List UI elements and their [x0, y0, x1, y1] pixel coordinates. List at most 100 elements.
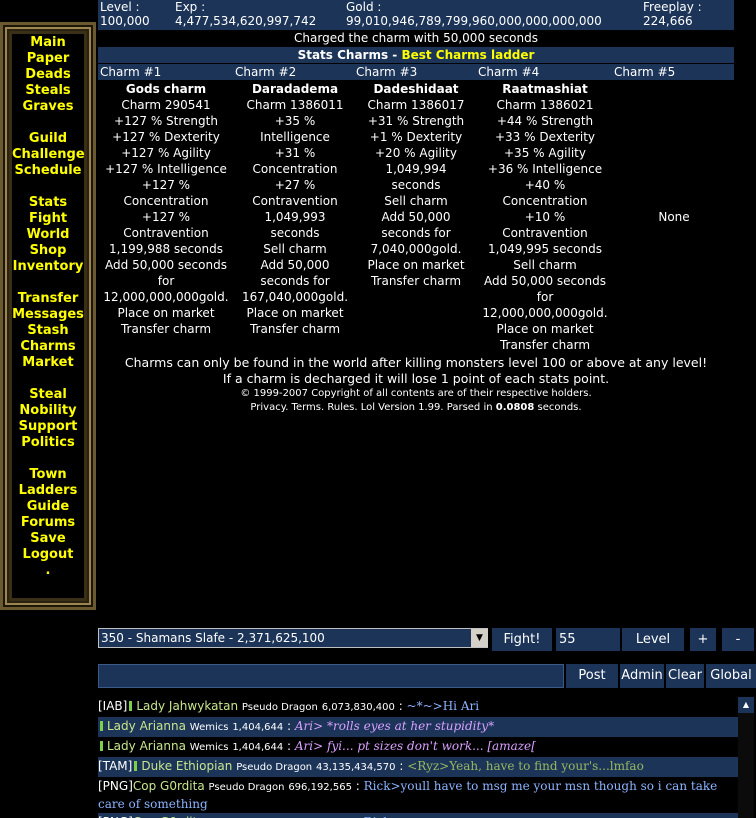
charm-action-link[interactable]: Place on market — [356, 257, 476, 273]
charm-action-link[interactable]: 12,000,000,000gold. — [478, 305, 612, 321]
nav-item-dot[interactable]: . — [12, 563, 84, 579]
charm-action-link[interactable]: Sell charm — [478, 257, 612, 273]
nav-group: Main Paper Deads Steals Graves — [12, 35, 84, 115]
status-bar-icon — [100, 721, 103, 731]
nav-item-stats[interactable]: Stats — [12, 195, 84, 211]
charm-action-link[interactable]: Place on market — [98, 305, 234, 321]
charm-action-link[interactable]: Add 50,000 — [236, 257, 354, 273]
charm-column-4: Raatmashiat Charm 1386021 +44 % Strength +3… — [478, 81, 612, 353]
nav-group: Steal Nobility Support Politics — [12, 387, 84, 451]
charm-stat-line: seconds — [391, 178, 441, 192]
admin-button[interactable]: Admin — [620, 664, 664, 688]
nav-item-graves[interactable]: Graves — [12, 99, 84, 115]
charm-note: Charms can only be found in the world af… — [124, 355, 708, 370]
charm-name: Gods charm — [125, 82, 207, 96]
charm-action-link[interactable]: Transfer charm — [356, 273, 476, 289]
nav-item-save[interactable]: Save — [12, 531, 84, 547]
charm-column-1: Gods charm Charm 290541 +127 % Strength +12… — [98, 81, 234, 337]
charm-stat-line: +36 % Intelligence — [487, 162, 603, 176]
nav-item-transfer[interactable]: Transfer — [12, 291, 84, 307]
nav-item-forums[interactable]: Forums — [12, 515, 84, 531]
footer-links-text[interactable]: Privacy. Terms. Rules. Lol Version 1.99.… — [250, 402, 495, 413]
nav-item-paper[interactable]: Paper — [12, 51, 84, 67]
chat-race: Pseudo Dragon — [208, 782, 285, 793]
nav-item-fight[interactable]: Fight — [12, 211, 84, 227]
nav-item-guild[interactable]: Guild — [12, 131, 84, 147]
status-bar-icon — [129, 701, 133, 711]
charm-stat-line: +31 % Strength — [367, 114, 465, 128]
clear-button[interactable]: Clear — [666, 664, 704, 688]
chat-username[interactable]: Duke Ethiopian — [141, 759, 232, 773]
nav-item-world[interactable]: World — [12, 227, 84, 243]
stats-bar: Level : 100,000 Exp : 4,477,534,620,997,… — [98, 0, 734, 30]
nav-item-deads[interactable]: Deads — [12, 67, 84, 83]
nav-item-challenge[interactable]: Challenge — [12, 147, 85, 163]
post-button[interactable]: Post — [566, 664, 618, 688]
chevron-down-icon[interactable]: ▼ — [471, 629, 488, 647]
charm-action-link[interactable]: seconds for — [356, 225, 476, 241]
monster-select[interactable]: 350 - Shamans Slafe - 2,371,625,100 — [98, 628, 488, 648]
level-input[interactable]: 55 — [556, 628, 620, 651]
charm-action-link[interactable]: Add 50,000 — [356, 209, 476, 225]
nav-item-inventory[interactable]: Inventory — [12, 259, 84, 275]
gold-label: Gold : — [346, 0, 382, 14]
global-button[interactable]: Global — [706, 664, 756, 688]
charm-action-link[interactable]: Transfer charm — [478, 337, 612, 353]
level-plus-button[interactable]: + — [690, 628, 716, 651]
chat-separator: : — [395, 759, 408, 773]
nav-item-guide[interactable]: Guide — [12, 499, 84, 515]
charm-action-link[interactable]: 167,040,000gold. — [236, 289, 354, 305]
chat-input[interactable] — [98, 664, 564, 688]
scroll-up-icon[interactable]: ▲ — [738, 697, 754, 713]
chat-username[interactable]: Lady Jahwykatan — [136, 699, 238, 713]
nav-item-steal[interactable]: Steal — [12, 387, 84, 403]
nav-item-logout[interactable]: Logout — [12, 547, 84, 563]
fight-button[interactable]: Fight! — [492, 628, 552, 651]
charm-action-link[interactable]: Transfer charm — [236, 321, 354, 337]
charm-stat-line: Concentration — [252, 162, 338, 176]
nav-item-nobility[interactable]: Nobility — [12, 403, 84, 419]
charm-stat-line: +127 % — [141, 178, 191, 192]
charm-action-link[interactable]: for — [478, 289, 612, 305]
level-value: 100,000 — [100, 14, 150, 28]
level-minus-button[interactable]: - — [722, 628, 754, 651]
nav-item-schedule[interactable]: Schedule — [12, 163, 84, 179]
chat-race: Pseudo Dragon — [236, 762, 313, 773]
nav-item-shop[interactable]: Shop — [12, 243, 84, 259]
charm-name: Daradadema — [251, 82, 339, 96]
nav-item-politics[interactable]: Politics — [12, 435, 84, 451]
nav-group: Guild Challenge Schedule — [12, 131, 85, 179]
charm-stat-line: +44 % Strength — [496, 114, 594, 128]
chat-username[interactable]: Lady Arianna — [107, 739, 186, 753]
nav-item-market[interactable]: Market — [12, 355, 84, 371]
chat-race: Wemics — [189, 742, 229, 753]
charm-action-link[interactable]: Sell charm — [356, 193, 476, 209]
charm-action-link[interactable]: Sell charm — [236, 241, 354, 257]
chat-username[interactable]: Lady Arianna — [107, 719, 186, 733]
charm-action-link[interactable]: Transfer charm — [98, 321, 234, 337]
chat-race: Wemics — [189, 722, 229, 733]
charm-header-5: Charm #5 — [614, 65, 676, 79]
chat-message: [PNG]Cop G0rdita Pseudo Dragon 696,192,5… — [98, 777, 738, 813]
chat-scrollbar[interactable] — [738, 697, 754, 818]
charm-action-link[interactable]: 7,040,000gold. — [356, 241, 476, 257]
charm-action-link[interactable]: seconds for — [236, 273, 354, 289]
charm-action-link[interactable]: Place on market — [236, 305, 354, 321]
nav-item-ladders[interactable]: Ladders — [12, 483, 84, 499]
chat-message: [TAM] Duke Ethiopian Pseudo Dragon 43,135… — [98, 757, 738, 777]
charm-action-link[interactable]: Place on market — [478, 321, 612, 337]
nav-item-charms[interactable]: Charms — [12, 339, 84, 355]
level-button[interactable]: Level — [622, 628, 684, 651]
charm-action-link[interactable]: Add 50,000 seconds — [478, 273, 612, 289]
nav-item-main[interactable]: Main — [12, 35, 84, 51]
nav-group: Stats Fight World Shop Inventory — [12, 195, 84, 275]
nav-item-messages[interactable]: Messages — [12, 307, 84, 323]
nav-item-town[interactable]: Town — [12, 467, 84, 483]
best-charms-ladder-link[interactable]: Best Charms ladder — [401, 48, 534, 62]
nav-item-stash[interactable]: Stash — [12, 323, 84, 339]
chat-username[interactable]: Cop G0rdita — [133, 779, 205, 793]
charged-message: Charged the charm with 50,000 seconds — [294, 31, 538, 45]
nav-item-steals[interactable]: Steals — [12, 83, 84, 99]
charm-stat-line: +127 % Agility — [121, 146, 211, 160]
nav-item-support[interactable]: Support — [12, 419, 84, 435]
